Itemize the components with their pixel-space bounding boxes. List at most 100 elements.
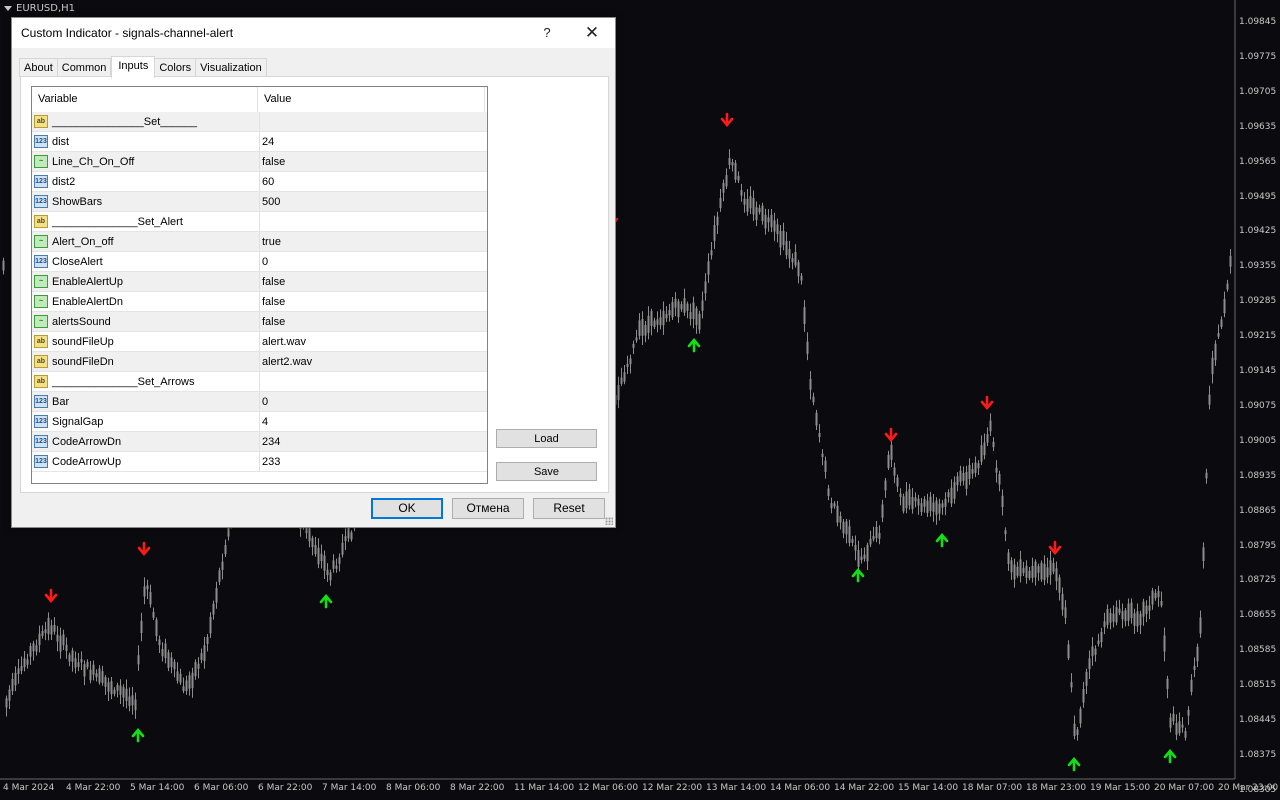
candle-body xyxy=(1190,679,1193,692)
buy-arrow-icon xyxy=(1163,748,1177,764)
candle-body xyxy=(35,645,38,652)
tab-colors[interactable]: Colors xyxy=(155,58,197,77)
variable-value[interactable]: 0 xyxy=(259,392,487,411)
candle-body xyxy=(908,489,911,506)
table-row[interactable]: 123 CodeArrowUp 233 xyxy=(32,452,487,472)
candle-body xyxy=(953,482,956,499)
variable-value[interactable]: 0 xyxy=(259,252,487,271)
variable-value[interactable]: false xyxy=(259,152,487,171)
candle-body xyxy=(644,325,647,336)
candle-body xyxy=(1094,648,1097,655)
table-row[interactable]: 123 Bar 0 xyxy=(32,392,487,412)
price-tick-label: 1.09075 xyxy=(1239,400,1277,411)
variable-value[interactable] xyxy=(259,212,487,231)
candle-body xyxy=(986,434,989,443)
table-row[interactable]: ~ alertsSound false xyxy=(32,312,487,332)
table-row[interactable]: 123 dist 24 xyxy=(32,132,487,152)
table-row[interactable]: ab ______________Set_Arrows xyxy=(32,372,487,392)
column-header-variable[interactable]: Variable xyxy=(32,87,258,112)
candle-body xyxy=(167,652,170,668)
price-tick-label: 1.09775 xyxy=(1239,51,1277,62)
table-row[interactable]: ~ EnableAlertUp false xyxy=(32,272,487,292)
candle-body xyxy=(905,491,908,509)
variable-value[interactable]: false xyxy=(259,292,487,311)
table-row[interactable]: ab ______________Set_Alert xyxy=(32,212,487,232)
table-row[interactable]: ab soundFileUp alert.wav xyxy=(32,332,487,352)
table-row[interactable]: ab _______________Set______ xyxy=(32,112,487,132)
variable-value[interactable] xyxy=(259,372,487,391)
candle-body xyxy=(8,689,11,701)
candle-body xyxy=(89,669,92,681)
variable-value[interactable] xyxy=(259,112,487,131)
candle-body xyxy=(791,258,794,263)
integer-type-icon: 123 xyxy=(34,415,48,428)
variable-value[interactable]: false xyxy=(259,272,487,291)
cancel-button[interactable]: Отмена xyxy=(452,498,524,519)
price-tick-label: 1.08935 xyxy=(1239,470,1277,481)
candle-body xyxy=(1187,709,1190,716)
price-tick-label: 1.09145 xyxy=(1239,366,1277,376)
variable-value[interactable]: alert2.wav xyxy=(259,352,487,371)
variable-value[interactable]: 500 xyxy=(259,192,487,211)
table-row[interactable]: ~ EnableAlertDn false xyxy=(32,292,487,312)
column-header-value[interactable]: Value xyxy=(258,87,485,112)
variable-value[interactable]: false xyxy=(259,312,487,331)
candle-body xyxy=(818,433,821,438)
table-row[interactable]: 123 CodeArrowDn 234 xyxy=(32,432,487,452)
time-tick-label: 6 Mar 06:00 xyxy=(194,783,249,793)
reset-button[interactable]: Reset xyxy=(533,498,605,519)
tab-common[interactable]: Common xyxy=(57,58,112,77)
boolean-type-icon: ~ xyxy=(34,235,48,248)
price-tick-label: 1.09565 xyxy=(1239,156,1277,167)
variable-value[interactable]: true xyxy=(259,232,487,251)
variable-value[interactable]: 60 xyxy=(259,172,487,191)
table-row[interactable]: 123 dist2 60 xyxy=(32,172,487,192)
variable-value[interactable]: 234 xyxy=(259,432,487,451)
ok-button[interactable]: OK xyxy=(371,498,443,519)
variable-value[interactable]: 4 xyxy=(259,412,487,431)
tab-visualization[interactable]: Visualization xyxy=(196,58,267,77)
candle-body xyxy=(1196,646,1199,662)
candle-body xyxy=(1112,613,1115,622)
help-button[interactable]: ? xyxy=(537,23,557,43)
candle-body xyxy=(203,645,206,662)
candle-body xyxy=(800,275,803,281)
tab-inputs[interactable]: Inputs xyxy=(111,56,156,78)
variable-value[interactable]: 233 xyxy=(259,452,487,471)
candle-body xyxy=(788,249,791,259)
candle-body xyxy=(671,301,674,318)
table-row[interactable]: 123 SignalGap 4 xyxy=(32,412,487,432)
candle-body xyxy=(26,659,29,665)
integer-type-icon: 123 xyxy=(34,195,48,208)
dialog-titlebar[interactable]: Custom Indicator - signals-channel-alert… xyxy=(12,18,615,48)
candle-body xyxy=(104,677,107,687)
candle-body xyxy=(971,469,974,474)
candle-body xyxy=(1043,563,1046,581)
load-button[interactable]: Load xyxy=(496,429,597,448)
variable-value[interactable]: 24 xyxy=(259,132,487,151)
save-button[interactable]: Save xyxy=(496,462,597,481)
candle-body xyxy=(839,515,842,523)
candle-body xyxy=(1025,565,1028,578)
close-button[interactable]: ✕ xyxy=(582,23,602,43)
variable-value[interactable]: alert.wav xyxy=(259,332,487,351)
candle-body xyxy=(1157,590,1160,598)
candle-body xyxy=(632,343,635,348)
tab-about[interactable]: About xyxy=(19,58,58,77)
variable-name: _______________Set______ xyxy=(52,116,197,128)
candle-body xyxy=(185,680,188,692)
buy-arrow-icon xyxy=(131,727,145,743)
table-row[interactable]: ab soundFileDn alert2.wav xyxy=(32,352,487,372)
table-row[interactable]: ~ Line_Ch_On_Off false xyxy=(32,152,487,172)
price-tick-label: 1.09705 xyxy=(1239,86,1277,97)
chevron-down-icon[interactable] xyxy=(4,6,12,11)
resize-grip-icon[interactable] xyxy=(605,517,613,525)
candle-body xyxy=(1031,565,1034,578)
table-row[interactable]: 123 ShowBars 500 xyxy=(32,192,487,212)
candle-body xyxy=(689,312,692,319)
time-tick-label: 18 Mar 23:00 xyxy=(1026,783,1087,793)
table-row[interactable]: 123 CloseAlert 0 xyxy=(32,252,487,272)
candle-body xyxy=(1064,607,1067,618)
table-row[interactable]: ~ Alert_On_off true xyxy=(32,232,487,252)
candle-body xyxy=(794,252,797,266)
